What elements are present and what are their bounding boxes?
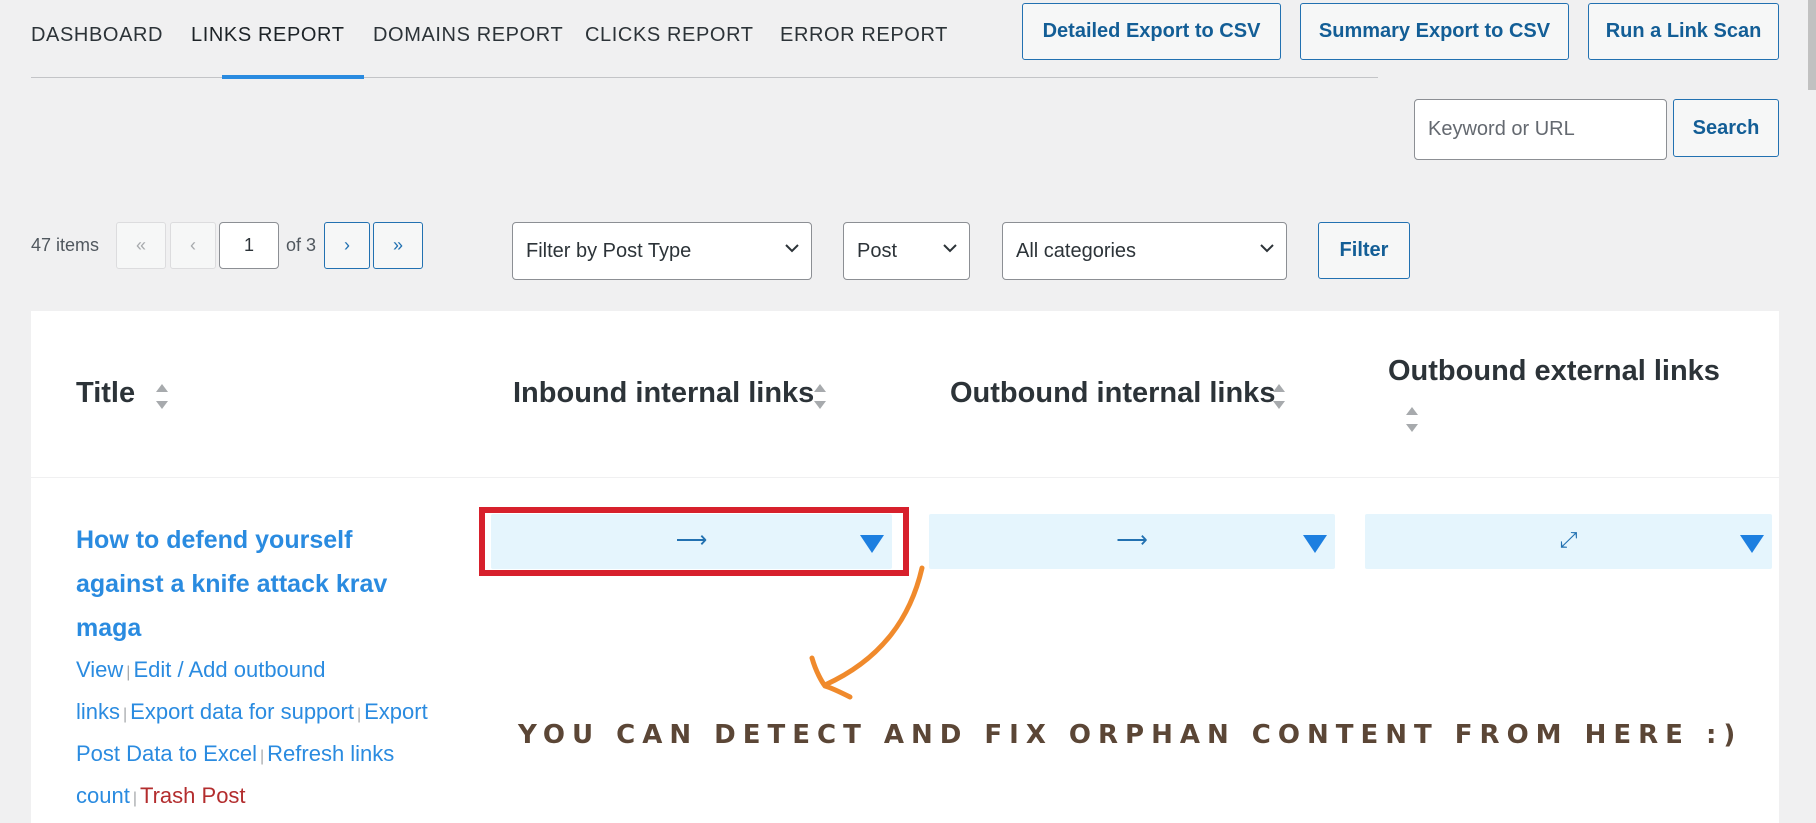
chevron-down-icon	[943, 244, 957, 253]
column-outbound-internal[interactable]: Outbound internal links	[950, 377, 1275, 410]
separator: |	[132, 790, 137, 807]
separator: |	[356, 706, 362, 723]
trash-post-link[interactable]: Trash Post	[140, 783, 246, 808]
tab-domains-report[interactable]: DOMAINS REPORT	[373, 24, 563, 47]
chevron-down-icon	[785, 244, 799, 253]
tab-clicks-report[interactable]: CLICKS REPORT	[585, 24, 754, 47]
outbound-internal-dropdown[interactable]: ⟶	[929, 514, 1335, 569]
first-page-button: «	[116, 222, 166, 269]
separator: |	[259, 748, 265, 765]
view-link[interactable]: View	[76, 657, 123, 682]
search-input[interactable]	[1414, 99, 1667, 160]
prev-page-button: ‹	[170, 222, 216, 269]
next-page-button[interactable]: ›	[324, 222, 370, 269]
tab-error-report[interactable]: ERROR REPORT	[780, 24, 948, 47]
outbound-external-dropdown[interactable]: ⤢	[1365, 514, 1772, 569]
tab-dashboard[interactable]: DASHBOARD	[31, 24, 163, 47]
post-select[interactable]: Post	[843, 222, 970, 280]
tab-links-report[interactable]: LINKS REPORT	[191, 24, 345, 47]
arrow-right-icon: ⟶	[1116, 527, 1148, 552]
curved-arrow-icon	[809, 565, 925, 700]
annotation-text: YOU CAN DETECT AND FIX ORPHAN CONTENT FR…	[518, 720, 1743, 750]
header-divider	[31, 477, 1779, 478]
post-title-link[interactable]: How to defend yourself against a knife a…	[76, 518, 396, 650]
filter-button[interactable]: Filter	[1318, 222, 1410, 279]
detailed-export-button[interactable]: Detailed Export to CSV	[1022, 3, 1281, 60]
current-page-input[interactable]	[219, 222, 279, 269]
caret-down-icon	[1740, 535, 1764, 553]
sort-arrows-icon[interactable]	[156, 384, 170, 414]
post-type-select-value: Filter by Post Type	[526, 239, 692, 262]
total-pages: of 3	[286, 235, 317, 255]
last-page-button[interactable]: »	[373, 222, 423, 269]
caret-down-icon	[1303, 535, 1327, 553]
row-actions: View | Edit / Add outbound links | Export da…	[76, 650, 436, 818]
summary-export-button[interactable]: Summary Export to CSV	[1300, 3, 1569, 60]
external-link-icon: ⤢	[1559, 527, 1578, 552]
categories-select[interactable]: All categories	[1002, 222, 1287, 280]
sort-arrows-icon[interactable]	[814, 384, 828, 414]
active-tab-indicator	[222, 75, 364, 79]
items-count: 47 items	[31, 235, 100, 255]
export-support-link[interactable]: Export data for support	[130, 699, 354, 724]
separator: |	[126, 664, 131, 681]
separator: |	[123, 706, 128, 723]
scrollbar-thumb[interactable]	[1808, 0, 1816, 90]
post-select-value: Post	[857, 239, 898, 262]
sort-arrows-icon[interactable]	[1273, 384, 1287, 414]
categories-select-value: All categories	[1016, 239, 1137, 262]
chevron-down-icon	[1260, 244, 1274, 253]
post-type-select[interactable]: Filter by Post Type	[512, 222, 812, 280]
column-outbound-external[interactable]: Outbound external links	[1388, 355, 1720, 388]
run-link-scan-button[interactable]: Run a Link Scan	[1588, 3, 1779, 60]
column-inbound-internal[interactable]: Inbound internal links	[513, 377, 814, 410]
search-button[interactable]: Search	[1673, 99, 1779, 157]
sort-arrows-icon[interactable]	[1406, 407, 1420, 437]
column-title[interactable]: Title	[76, 377, 135, 410]
